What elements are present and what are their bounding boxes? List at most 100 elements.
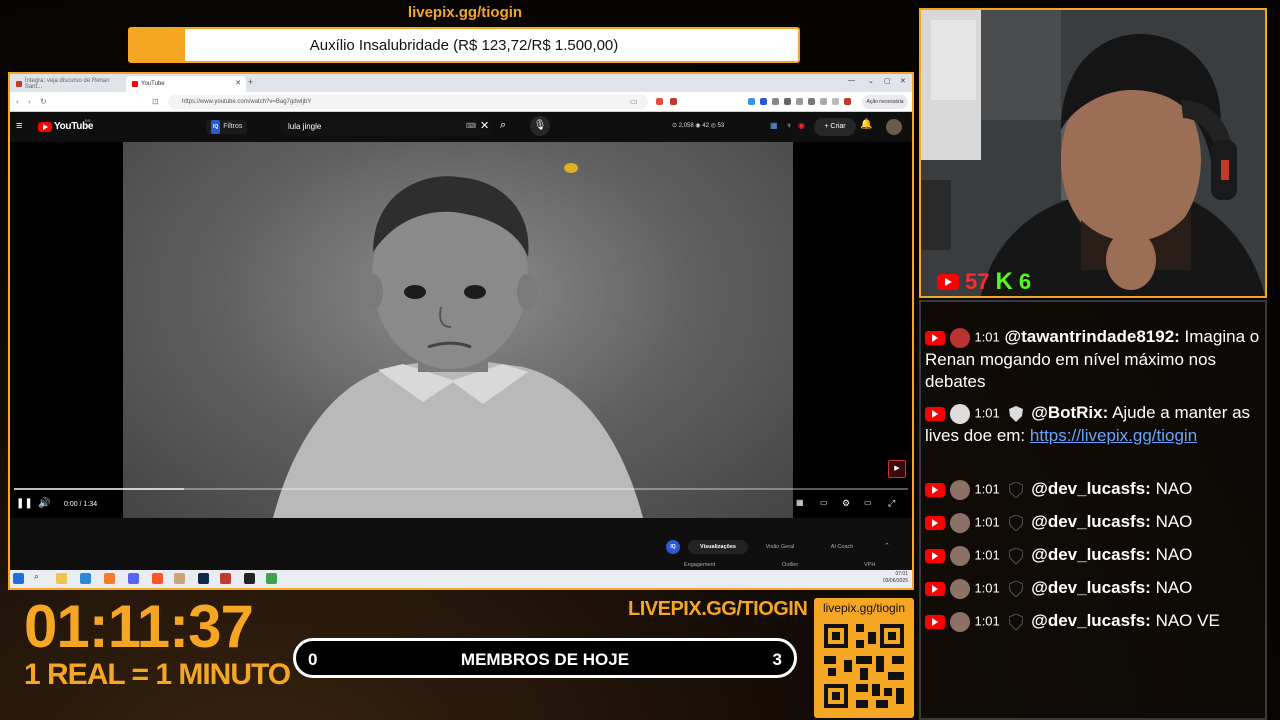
extension-icon[interactable] bbox=[784, 98, 791, 105]
message-username: @BotRix: bbox=[1031, 403, 1109, 422]
message-username: @dev_lucasfs: bbox=[1031, 611, 1151, 630]
bookmark-icon[interactable]: ⊡ bbox=[152, 97, 159, 106]
app-icon[interactable] bbox=[80, 573, 91, 584]
message-text: NAO VE bbox=[1155, 611, 1220, 630]
video-progress-bar[interactable] bbox=[14, 488, 908, 490]
kick-icon: K bbox=[995, 268, 1013, 295]
tab-visualizacoes[interactable]: Visualizações bbox=[688, 540, 748, 554]
theater-mode-icon[interactable]: ▭ bbox=[864, 498, 872, 507]
alert-icon[interactable]: ◉ bbox=[798, 121, 805, 130]
trophy-icon[interactable]: ♆ bbox=[786, 121, 792, 130]
chevron-up-icon[interactable]: ⌃ bbox=[884, 542, 890, 550]
message-text: NAO bbox=[1155, 545, 1193, 564]
avatar bbox=[949, 403, 970, 424]
badge-shield-icon bbox=[1008, 580, 1023, 597]
extension-icon[interactable] bbox=[832, 98, 839, 105]
webcam-feed: 57 K 6 bbox=[919, 8, 1267, 298]
extension-icon[interactable] bbox=[796, 98, 803, 105]
extension-icon[interactable] bbox=[844, 98, 851, 105]
clock-date: 03/06/2025 bbox=[882, 578, 908, 584]
start-icon[interactable] bbox=[13, 573, 24, 584]
video-player[interactable]: ▶ ❚❚ 🔊 0:00 / 1:34 ▦ ▭ ⚙ ▭ ⤢ bbox=[10, 142, 912, 518]
youtube-icon bbox=[925, 482, 945, 497]
brave-rewards-icon[interactable] bbox=[670, 98, 677, 105]
app-icon[interactable] bbox=[104, 573, 115, 584]
obs-icon[interactable] bbox=[244, 573, 255, 584]
message-time: 1:01 bbox=[974, 405, 1000, 421]
profile-button[interactable]: Ação necessária bbox=[862, 95, 908, 109]
app-icon[interactable] bbox=[266, 573, 277, 584]
avatar bbox=[949, 578, 970, 599]
youtube-logo-icon[interactable] bbox=[38, 122, 52, 132]
volume-icon[interactable]: 🔊 bbox=[38, 498, 50, 509]
search-icon[interactable]: ⌕ bbox=[500, 119, 506, 132]
filters-badge: IQ bbox=[211, 120, 221, 134]
minimize-icon[interactable]: — bbox=[848, 77, 855, 84]
chat-message: 1:01 @BotRix: Ajude a manter as lives do… bbox=[925, 402, 1260, 447]
extension-icon[interactable] bbox=[808, 98, 815, 105]
members-count: 3 bbox=[772, 650, 782, 669]
search-input[interactable]: lula jingle bbox=[280, 118, 492, 136]
badge-shield-icon bbox=[1008, 481, 1023, 498]
extension-icon[interactable] bbox=[772, 98, 779, 105]
message-username: @dev_lucasfs: bbox=[1031, 578, 1151, 597]
donation-url: livepix.gg/tiogin bbox=[407, 4, 523, 21]
cast-icon[interactable]: ▭ bbox=[630, 97, 638, 106]
close-tab-icon[interactable]: ✕ bbox=[235, 79, 241, 87]
windows-taskbar: ⌕ 07:01 03/06/2025 bbox=[10, 570, 912, 588]
browser-tab-news[interactable]: Íntegra: veja discurso de Renan Sant... bbox=[10, 76, 126, 92]
chat-panel: 1:01 @tawantrindade8192: Imagina o Renan… bbox=[919, 300, 1267, 720]
discord-icon[interactable] bbox=[128, 573, 139, 584]
pause-icon[interactable]: ❚❚ bbox=[16, 498, 33, 509]
browser-tab-youtube[interactable]: YouTube ✕ bbox=[126, 76, 246, 92]
avatar bbox=[949, 479, 970, 500]
extension-icon[interactable] bbox=[820, 98, 827, 105]
subathon-rate: 1 REAL = 1 MINUTO bbox=[24, 658, 291, 691]
message-time: 1:01 bbox=[974, 329, 1000, 345]
reload-icon[interactable]: ↻ bbox=[40, 97, 47, 106]
message-link[interactable]: https://livepix.gg/tiogin bbox=[1030, 426, 1197, 445]
settings-icon[interactable]: ⚙ bbox=[842, 498, 850, 509]
extension-icon[interactable]: ▦ bbox=[770, 121, 778, 130]
tab-visao-geral[interactable]: Visão Geral bbox=[750, 540, 810, 554]
channel-watermark-icon[interactable]: ▶ bbox=[888, 460, 906, 478]
donation-goal-text: Auxílio Insalubridade (R$ 123,72/R$ 1.50… bbox=[309, 36, 619, 54]
extension-icon[interactable]: ▦ bbox=[796, 498, 804, 507]
brave-shield-icon[interactable] bbox=[656, 98, 663, 105]
members-label: MEMBROS DE HOJE bbox=[460, 650, 630, 669]
column-vph: VPH bbox=[864, 562, 876, 568]
microphone-icon[interactable]: 🎙 bbox=[530, 116, 550, 136]
extension-icon[interactable] bbox=[748, 98, 755, 105]
brave-icon[interactable] bbox=[152, 573, 163, 584]
keyboard-icon[interactable]: ⌨ bbox=[466, 122, 476, 130]
file-explorer-icon[interactable] bbox=[56, 573, 67, 584]
subtitles-icon[interactable]: ▭ bbox=[820, 498, 828, 507]
notifications-icon[interactable]: 🔔 bbox=[860, 119, 872, 130]
maximize-icon[interactable]: ▢ bbox=[884, 77, 891, 85]
avatar[interactable] bbox=[886, 119, 902, 135]
url-field[interactable]: https://www.youtube.com/watch?v=Bag7gdwI… bbox=[168, 95, 648, 109]
youtube-icon bbox=[925, 614, 945, 629]
taskbar-clock[interactable]: 07:01 03/06/2025 bbox=[883, 571, 908, 585]
filters-button[interactable]: IQ Filtros bbox=[206, 120, 248, 134]
back-icon[interactable]: ‹ bbox=[16, 97, 19, 106]
menu-icon[interactable]: ≡ bbox=[16, 120, 22, 132]
youtube-icon bbox=[937, 274, 959, 290]
clear-search-icon[interactable]: ✕ bbox=[480, 119, 489, 132]
chevron-down-icon[interactable]: ⌄ bbox=[868, 77, 874, 85]
region-code: BR bbox=[85, 118, 91, 123]
forward-icon[interactable]: › bbox=[28, 97, 31, 106]
avatar bbox=[949, 611, 970, 632]
create-button[interactable]: + Criar bbox=[814, 118, 856, 136]
app-icon[interactable] bbox=[220, 573, 231, 584]
column-outlier: Outlier bbox=[782, 562, 799, 568]
new-tab-icon[interactable]: + bbox=[248, 77, 253, 87]
app-icon[interactable] bbox=[174, 573, 185, 584]
tab-ai-coach[interactable]: AI Coach bbox=[812, 540, 872, 554]
photoshop-icon[interactable] bbox=[198, 573, 209, 584]
extension-icon[interactable] bbox=[760, 98, 767, 105]
search-icon[interactable]: ⌕ bbox=[34, 571, 45, 582]
fullscreen-icon[interactable]: ⤢ bbox=[888, 498, 895, 509]
close-window-icon[interactable]: ✕ bbox=[900, 77, 906, 85]
livepix-banner: LIVEPIX.GG/TIOGIN bbox=[628, 598, 808, 620]
